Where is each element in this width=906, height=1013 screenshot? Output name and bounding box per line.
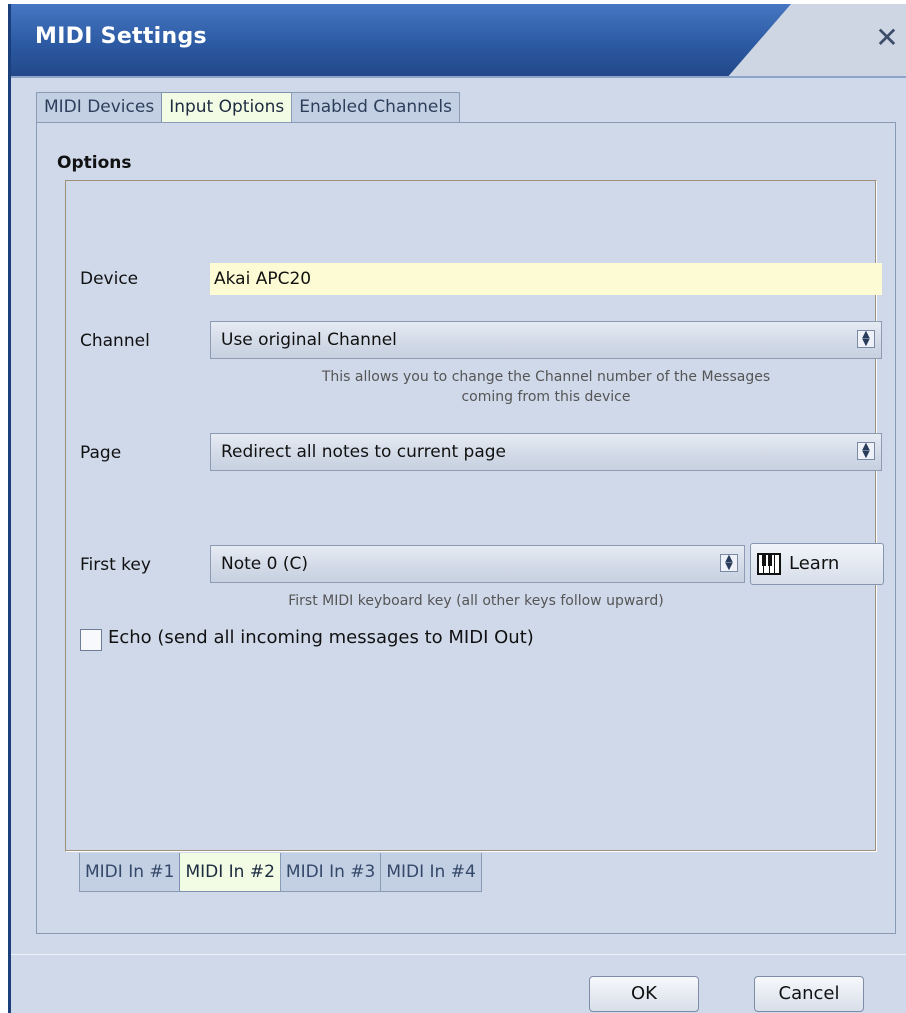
tab-midi-in-2[interactable]: MIDI In #2 — [179, 853, 281, 892]
device-field: Akai APC20 — [210, 263, 882, 295]
echo-checkbox[interactable] — [80, 629, 102, 651]
window-title: MIDI Settings — [35, 24, 207, 49]
page-label: Page — [80, 443, 122, 463]
page-select[interactable]: Redirect all notes to current page ▲ ▼ — [210, 433, 882, 471]
title-bar[interactable]: MIDI Settings ✕ — [11, 4, 906, 76]
first-key-label: First key — [80, 555, 151, 575]
first-key-select[interactable]: Note 0 (C) ▲ ▼ — [210, 545, 745, 583]
options-group-box: Device Akai APC20 Channel Use original C… — [65, 180, 884, 852]
channel-selected-value: Use original Channel — [221, 330, 397, 350]
channel-select[interactable]: Use original Channel ▲ ▼ — [210, 321, 882, 359]
piano-keyboard-icon — [757, 553, 781, 575]
tab-midi-in-3[interactable]: MIDI In #3 — [279, 853, 382, 892]
footer-separator — [11, 954, 906, 955]
learn-label: Learn — [789, 553, 840, 574]
tab-enabled-channels[interactable]: Enabled Channels — [291, 92, 460, 122]
input-options-panel: Options Device Akai APC20 Channel Use or… — [36, 122, 896, 934]
tab-input-options[interactable]: Input Options — [161, 92, 293, 123]
learn-button[interactable]: Learn — [750, 543, 884, 585]
close-icon[interactable]: ✕ — [873, 24, 901, 52]
device-label: Device — [80, 269, 139, 289]
midi-settings-dialog: MIDI Settings ✕ MIDI Devices Input Optio… — [8, 4, 906, 1013]
midi-input-tabs: MIDI In #1 MIDI In #2 MIDI In #3 MIDI In… — [79, 853, 482, 892]
updown-arrow-icon: ▲ ▼ — [720, 554, 738, 572]
options-group-title: Options — [57, 153, 132, 173]
first-key-selected-value: Note 0 (C) — [221, 554, 309, 574]
page-selected-value: Redirect all notes to current page — [221, 442, 506, 462]
ok-button[interactable]: OK — [589, 976, 699, 1012]
tab-midi-devices[interactable]: MIDI Devices — [36, 92, 163, 122]
first-key-hint: First MIDI keyboard key (all other keys … — [288, 593, 664, 609]
updown-arrow-icon: ▲ ▼ — [857, 330, 875, 348]
title-separator — [11, 76, 906, 78]
channel-hint-line-2: coming from this device — [461, 389, 631, 405]
channel-hint-line-1: This allows you to change the Channel nu… — [321, 369, 771, 385]
channel-hint: This allows you to change the Channel nu… — [246, 367, 846, 407]
echo-label[interactable]: Echo (send all incoming messages to MIDI… — [108, 627, 534, 648]
channel-label: Channel — [80, 331, 150, 351]
tab-midi-in-4[interactable]: MIDI In #4 — [380, 853, 482, 892]
updown-arrow-icon: ▲ ▼ — [857, 442, 875, 460]
cancel-button[interactable]: Cancel — [754, 976, 864, 1012]
settings-tabs: MIDI Devices Input Options Enabled Chann… — [36, 92, 460, 123]
tab-midi-in-1[interactable]: MIDI In #1 — [79, 853, 181, 892]
